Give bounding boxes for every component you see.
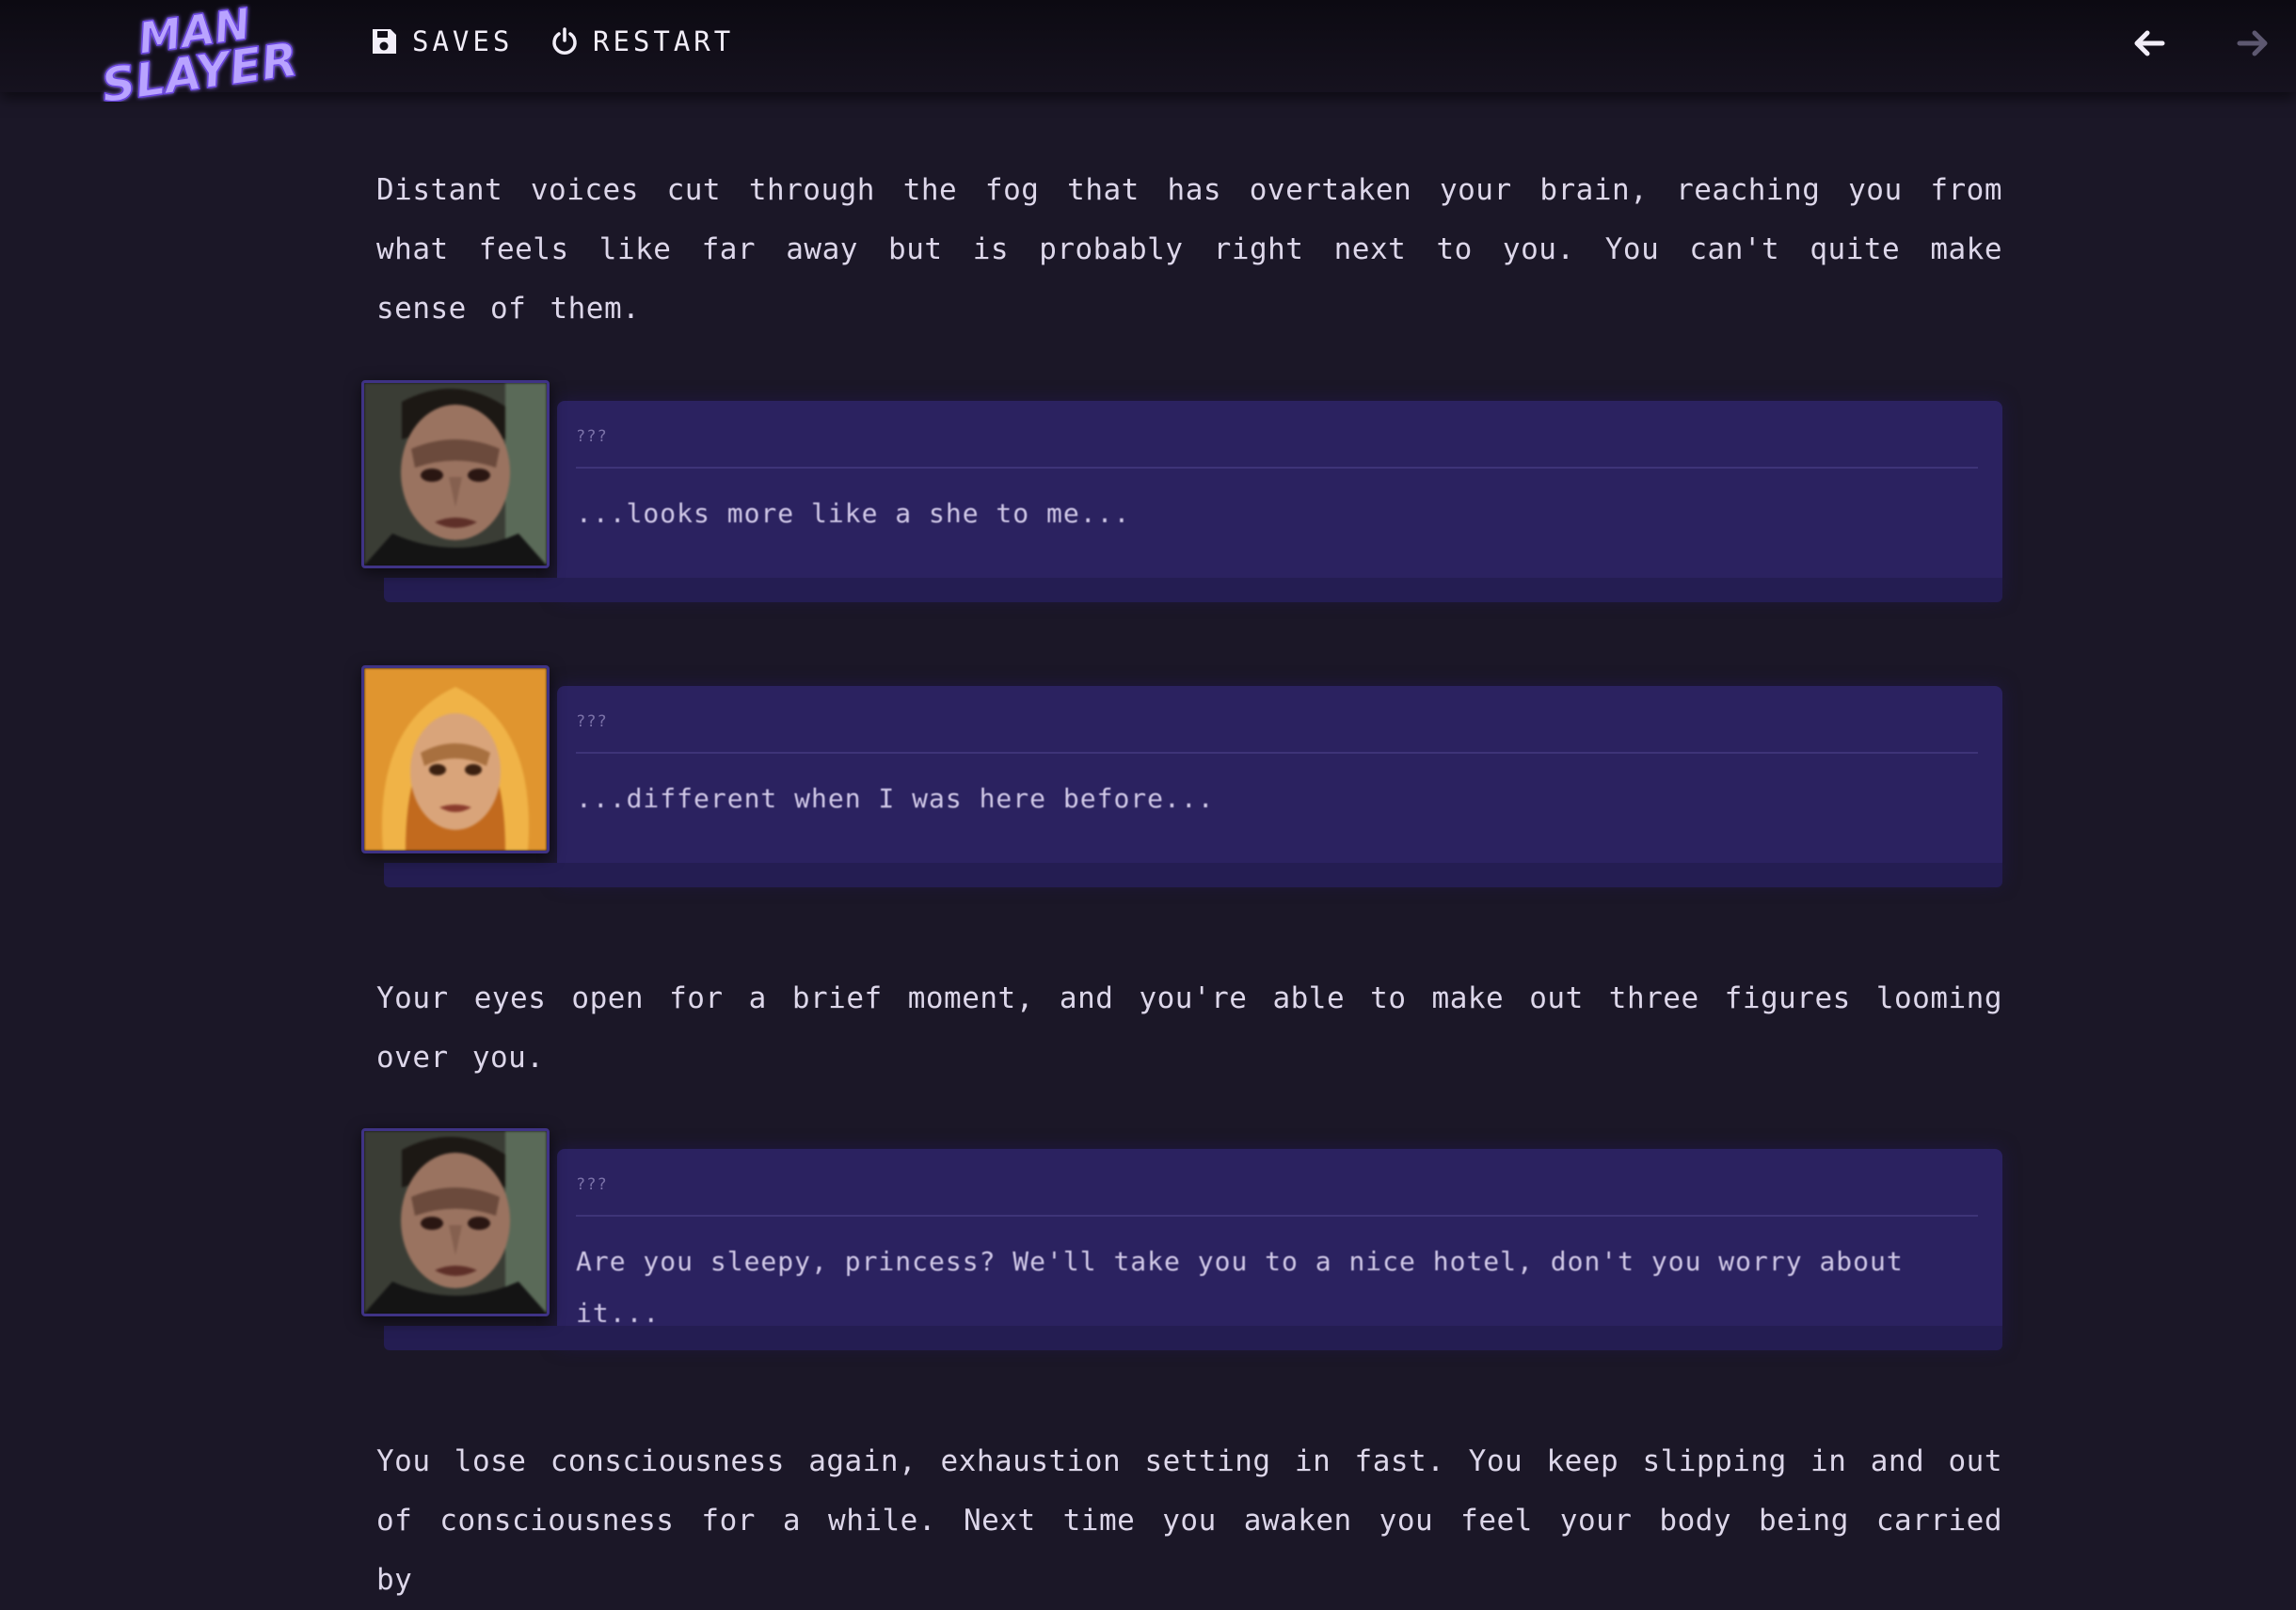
dialogue-box: ??? ...looks more like a she to me...	[361, 380, 2002, 627]
dialogue-text: Are you sleepy, princess? We'll take you…	[576, 1246, 1904, 1329]
dialogue-bubble: ??? Are you sleepy, princess? We'll take…	[557, 1149, 2002, 1347]
dialogue-shadow	[384, 863, 2002, 887]
dialogue-box: ??? ...different when I was here before.…	[361, 665, 2002, 912]
story-paragraph: You lose consciousness again, exhaustion…	[376, 1444, 2002, 1597]
restart-button[interactable]: RESTART	[550, 21, 734, 62]
power-icon	[552, 27, 577, 55]
dialogue-bubble: ??? ...different when I was here before.…	[557, 686, 2002, 884]
vampire-woman-portrait	[361, 665, 550, 853]
dialogue-shadow	[384, 578, 2002, 602]
arrow-left-icon	[2134, 30, 2165, 56]
dialogue-divider	[576, 467, 1978, 469]
speaker-name: ???	[576, 427, 608, 446]
dialogue-box: ??? Are you sleepy, princess? We'll take…	[361, 1128, 2002, 1375]
dialogue-text: ...looks more like a she to me...	[576, 498, 1131, 529]
vampire-man-portrait	[361, 380, 550, 568]
dialogue-divider	[576, 1215, 1978, 1217]
speaker-name: ???	[576, 1175, 608, 1194]
man-slayer-logo[interactable]: MAN SLAYER	[94, 4, 301, 102]
story-paragraph: Distant voices cut through the fog that …	[376, 173, 2002, 326]
vampire-man-portrait	[361, 1128, 550, 1316]
dialogue-divider	[576, 752, 1978, 754]
dialogue-text: ...different when I was here before...	[576, 783, 1215, 814]
dialogue-bubble: ??? ...looks more like a she to me...	[557, 401, 2002, 598]
speaker-name: ???	[576, 712, 608, 731]
saves-label: SAVES	[412, 25, 514, 57]
dialogue-shadow	[384, 1326, 2002, 1350]
restart-label: RESTART	[593, 25, 735, 57]
arrow-right-icon	[2237, 30, 2268, 56]
saves-button[interactable]: SAVES	[369, 21, 513, 62]
forward-button[interactable]	[2234, 24, 2272, 62]
story-paragraph: Your eyes open for a brief moment, and y…	[376, 981, 2002, 1075]
top-bar: MAN SLAYER SAVES RESTART	[0, 0, 2296, 102]
back-button[interactable]	[2130, 24, 2168, 62]
floppy-disk-icon	[373, 29, 396, 54]
